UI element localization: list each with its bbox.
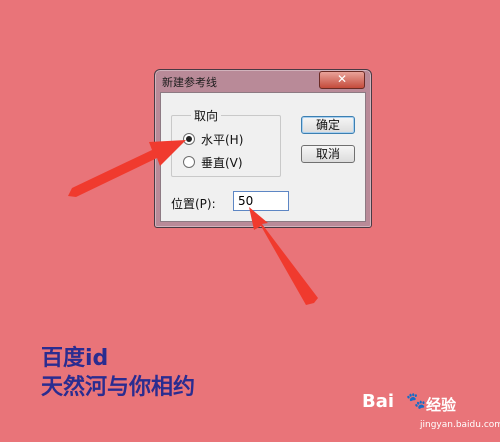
watermark-line2: 天然河与你相约	[41, 375, 196, 400]
baidu-url: jingyan.baidu.com	[420, 420, 500, 430]
arrow-to-horizontal-radio	[68, 140, 186, 197]
baidu-logo-text: Bai	[362, 391, 395, 412]
screenshot-canvas: 新建参考线 ✕ 取向 水平(H) 垂直(V) 确定 取消 位置(P): 百度id…	[0, 0, 500, 442]
baidu-logo-suffix: 经验	[426, 396, 457, 414]
arrow-to-position-input	[249, 207, 318, 305]
watermark-line1: 百度id	[41, 346, 109, 371]
baidu-paw-icon: 🐾	[406, 391, 426, 410]
